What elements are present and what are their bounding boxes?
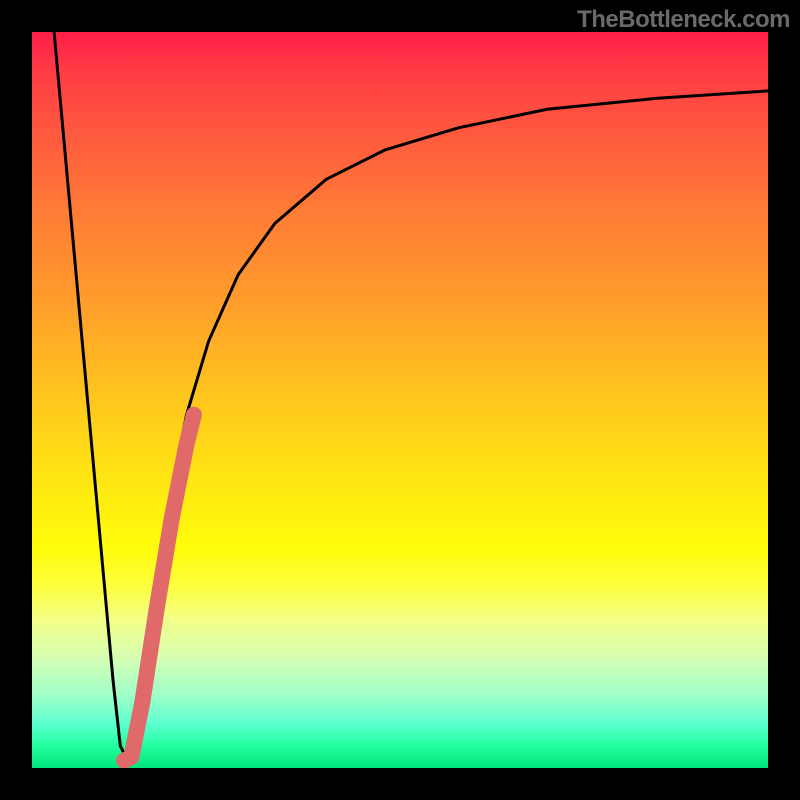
chart-svg bbox=[32, 32, 768, 768]
plot-area bbox=[32, 32, 768, 768]
chart-container: TheBottleneck.com bbox=[0, 0, 800, 800]
series-highlight-segment bbox=[124, 415, 194, 761]
series-bottleneck-curve bbox=[54, 32, 768, 761]
watermark-text: TheBottleneck.com bbox=[577, 6, 790, 34]
